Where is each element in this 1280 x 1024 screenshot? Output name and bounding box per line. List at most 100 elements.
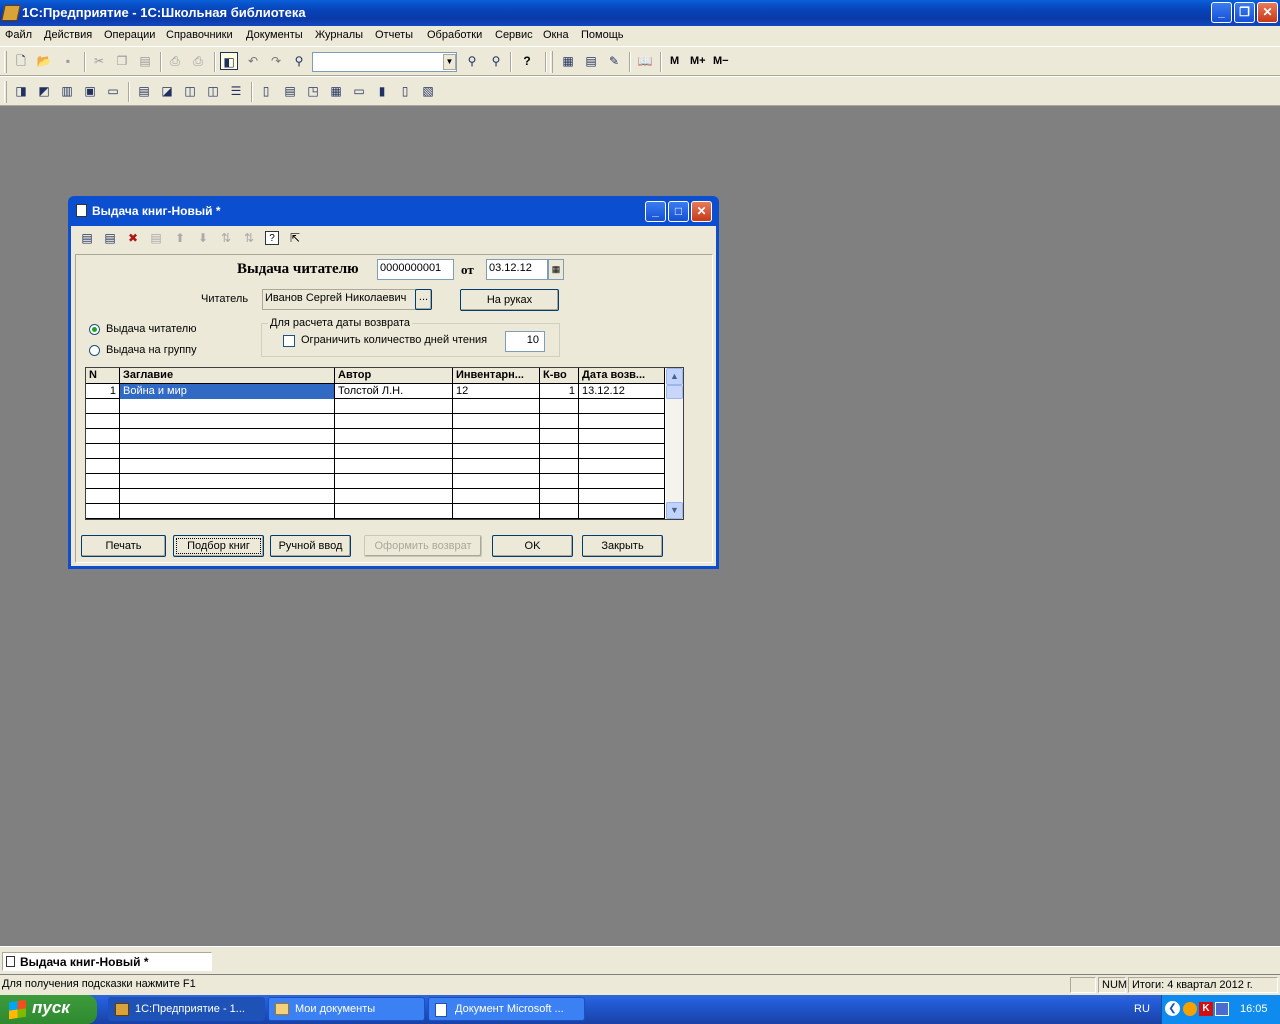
table-cell-empty[interactable] [335, 504, 453, 519]
table-cell-empty[interactable] [120, 489, 335, 504]
radio-issue-group-label[interactable]: Выдача на группу [106, 344, 197, 356]
mem-minus-button[interactable]: M− [713, 55, 729, 67]
find-icon[interactable]: ⚲ [290, 52, 308, 70]
copy-icon[interactable]: ❐ [113, 52, 131, 70]
menu-actions[interactable]: Действия [44, 29, 92, 41]
table-row-empty[interactable] [86, 459, 665, 474]
table-cell-empty[interactable] [120, 414, 335, 429]
table-cell-empty[interactable] [579, 444, 665, 459]
document-number-field[interactable]: 0000000001 [377, 259, 454, 280]
document-icon[interactable]: ▤ [135, 82, 153, 100]
cell-n[interactable]: 1 [86, 384, 120, 399]
calculator-icon[interactable]: ▦ [559, 52, 577, 70]
catalog-icon[interactable]: ▭ [104, 82, 122, 100]
menu-windows[interactable]: Окна [543, 29, 569, 41]
table-cell-empty[interactable] [335, 459, 453, 474]
menu-file[interactable]: Файл [5, 29, 32, 41]
table-cell-empty[interactable] [86, 504, 120, 519]
mem-button[interactable]: M [670, 55, 679, 67]
calendar-icon[interactable]: ▤ [582, 52, 600, 70]
table-row-empty[interactable] [86, 399, 665, 414]
table-cell-empty[interactable] [86, 474, 120, 489]
table-cell-empty[interactable] [579, 489, 665, 504]
table-row-empty[interactable] [86, 429, 665, 444]
menu-journals[interactable]: Журналы [315, 29, 363, 41]
catalog-icon[interactable]: ▣ [81, 82, 99, 100]
days-field[interactable]: 10 [505, 331, 545, 352]
minimize-button[interactable]: _ [1211, 2, 1232, 23]
table-cell-empty[interactable] [335, 399, 453, 414]
calendar-icon[interactable]: ▦ [548, 259, 564, 280]
cell-qty[interactable]: 1 [540, 384, 579, 399]
limit-checkbox-label[interactable]: Ограничить количество дней чтения [301, 334, 487, 346]
dialog-close-button[interactable]: ✕ [691, 201, 712, 222]
table-cell-empty[interactable] [453, 444, 540, 459]
scroll-thumb[interactable] [666, 385, 683, 399]
table-row-empty[interactable] [86, 474, 665, 489]
edit-icon[interactable]: ✎ [605, 52, 623, 70]
table-cell-empty[interactable] [540, 429, 579, 444]
reader-field[interactable]: Иванов Сергей Николаевич [262, 289, 416, 310]
table-cell-empty[interactable] [579, 399, 665, 414]
mem-plus-button[interactable]: M+ [690, 55, 706, 67]
menu-processing[interactable]: Обработки [427, 29, 482, 41]
table-cell-empty[interactable] [335, 489, 453, 504]
table-scrollbar[interactable]: ▲ ▼ [666, 368, 683, 519]
move-up-icon[interactable]: ⬆ [171, 229, 189, 247]
delete-row-icon[interactable]: ✖ [124, 229, 142, 247]
close-dialog-button[interactable]: Закрыть [582, 535, 663, 557]
table-cell-empty[interactable] [120, 444, 335, 459]
print-button[interactable]: Печать [81, 535, 166, 557]
report-icon[interactable]: ▤ [281, 82, 299, 100]
catalog-icon[interactable]: ▥ [58, 82, 76, 100]
table-row-empty[interactable] [86, 504, 665, 519]
report-icon[interactable]: ▧ [419, 82, 437, 100]
tray-icon[interactable] [1183, 1002, 1197, 1016]
column-header-n[interactable]: N [86, 368, 120, 384]
report-icon[interactable]: ▯ [396, 82, 414, 100]
toolbar-grip[interactable] [4, 51, 7, 73]
table-cell-empty[interactable] [335, 474, 453, 489]
table-cell-empty[interactable] [86, 429, 120, 444]
paste-icon[interactable]: ▤ [136, 52, 154, 70]
limit-checkbox[interactable] [283, 335, 295, 347]
ok-button[interactable]: OK [492, 535, 573, 557]
scroll-down-icon[interactable]: ▼ [666, 502, 683, 519]
sort-desc-icon[interactable]: ⇅ [240, 229, 258, 247]
close-button[interactable]: ✕ [1257, 2, 1278, 23]
column-header-title[interactable]: Заглавие [120, 368, 335, 384]
object-icon[interactable]: ◧ [220, 52, 238, 70]
copy-row-icon[interactable]: ▤ [101, 229, 119, 247]
table-cell-empty[interactable] [120, 429, 335, 444]
move-down-icon[interactable]: ⬇ [194, 229, 212, 247]
column-header-inventory[interactable]: Инвентарн... [453, 368, 540, 384]
column-header-qty[interactable]: К-во [540, 368, 579, 384]
menu-catalogs[interactable]: Справочники [166, 29, 233, 41]
catalog-icon[interactable]: ◨ [12, 82, 30, 100]
document-icon[interactable]: ◪ [158, 82, 176, 100]
document-icon[interactable]: ◫ [204, 82, 222, 100]
menu-documents[interactable]: Документы [246, 29, 303, 41]
help-icon[interactable]: ? [265, 231, 279, 245]
table-cell-empty[interactable] [120, 474, 335, 489]
radio-issue-reader-label[interactable]: Выдача читателю [106, 323, 196, 335]
chevron-down-icon[interactable]: ▼ [443, 54, 456, 70]
cell-author[interactable]: Толстой Л.Н. [335, 384, 453, 399]
table-cell-empty[interactable] [86, 444, 120, 459]
antivirus-icon[interactable]: K [1199, 1002, 1213, 1016]
chevron-left-icon[interactable]: ❮ [1165, 1001, 1180, 1016]
report-icon[interactable]: ▯ [257, 82, 275, 100]
table-cell-empty[interactable] [579, 414, 665, 429]
table-cell-empty[interactable] [335, 444, 453, 459]
help-icon[interactable]: ? [518, 52, 536, 70]
column-header-return-date[interactable]: Дата возв... [579, 368, 665, 384]
language-indicator[interactable]: RU [1134, 1003, 1150, 1015]
table-row-empty[interactable] [86, 414, 665, 429]
start-button[interactable]: пуск [0, 995, 97, 1024]
table-cell-empty[interactable] [335, 429, 453, 444]
document-icon[interactable]: ◫ [181, 82, 199, 100]
report-icon[interactable]: ◳ [304, 82, 322, 100]
taskbar-item-word-document[interactable]: Документ Microsoft ... [428, 997, 585, 1021]
table-cell-empty[interactable] [540, 459, 579, 474]
toolbar-grip[interactable] [550, 51, 553, 73]
